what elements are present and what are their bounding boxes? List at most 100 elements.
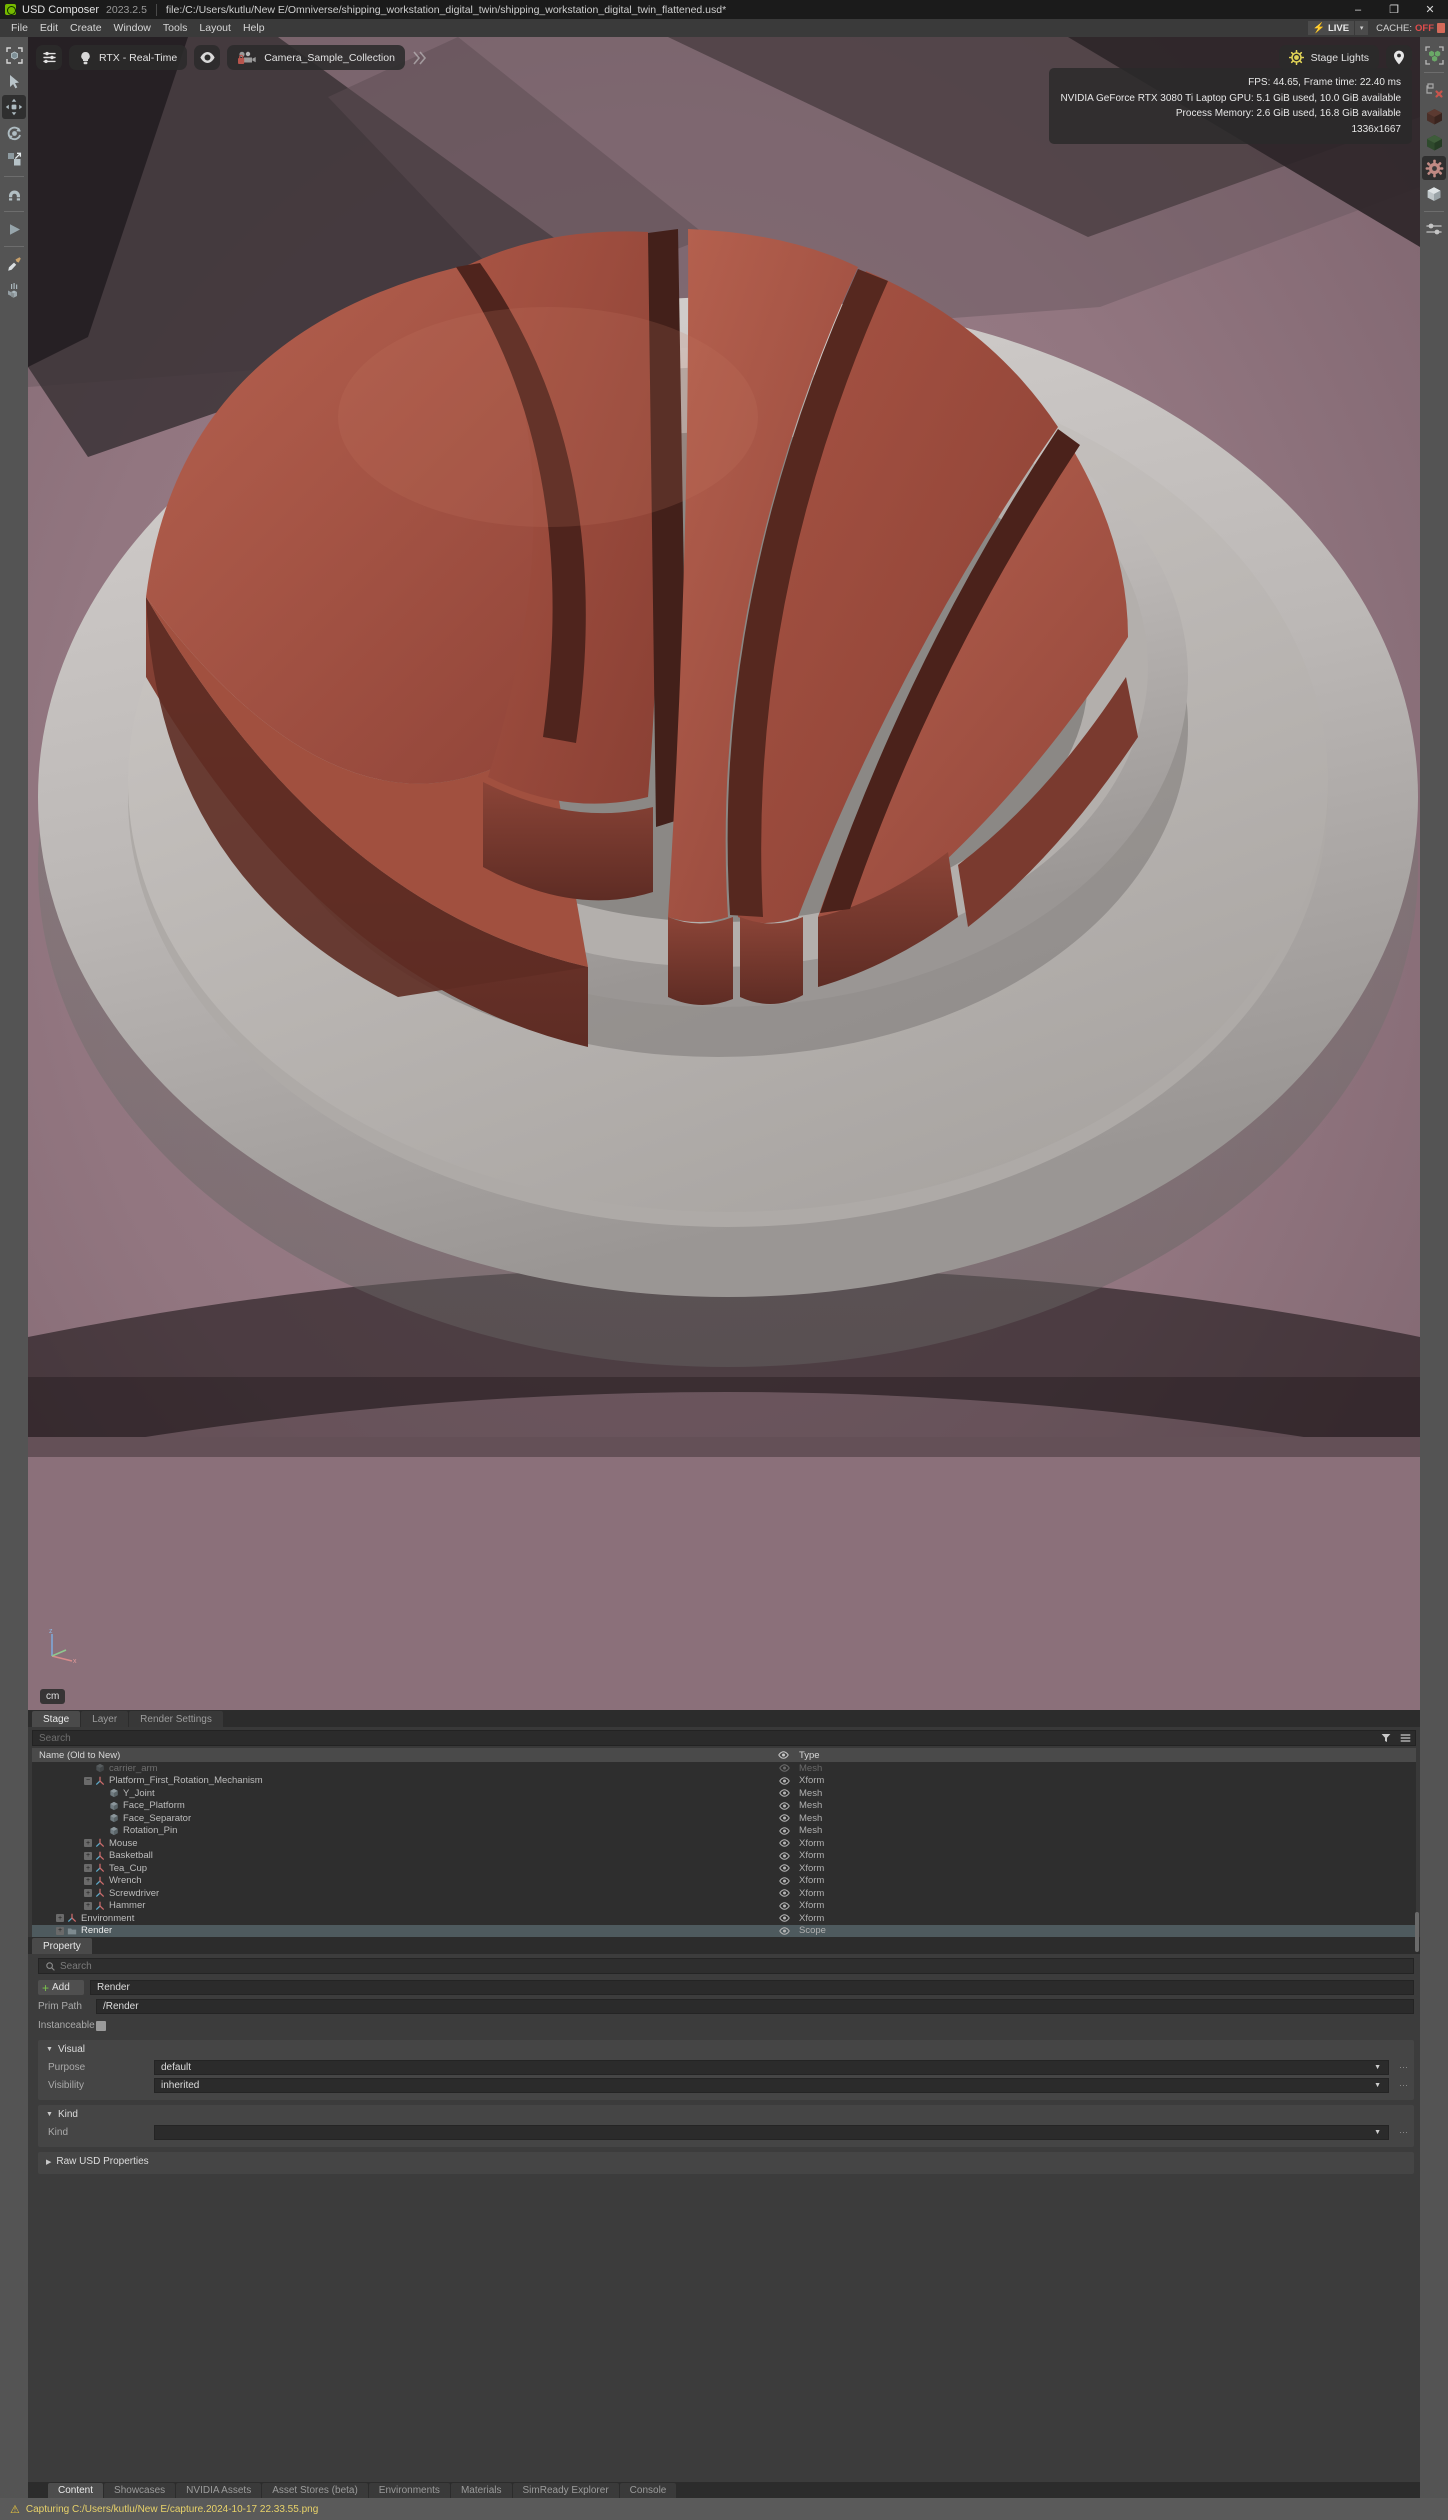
stage-tree-row[interactable]: + Hammer Xform	[32, 1900, 1416, 1913]
select-bounds-tool-button[interactable]	[2, 43, 26, 67]
bottom-tab-asset-stores-beta[interactable]: Asset Stores (beta)	[262, 2483, 368, 2498]
row-visibility-toggle[interactable]	[778, 1901, 790, 1910]
row-visibility-toggle[interactable]	[778, 1776, 790, 1785]
stage-tree[interactable]: carrier_arm Mesh − Platform_First_Rotation_…	[32, 1762, 1419, 1952]
row-visibility-toggle[interactable]	[778, 1876, 790, 1885]
physics-settings-button[interactable]	[1422, 156, 1446, 180]
physics-drop-tool-button[interactable]	[2, 278, 26, 302]
prim-path-input[interactable]: /Render	[96, 1999, 1414, 2014]
stage-tree-row[interactable]: + Screwdriver Xform	[32, 1887, 1416, 1900]
stage-search-input[interactable]: Search	[32, 1730, 1416, 1746]
row-visibility-toggle[interactable]	[778, 1826, 790, 1835]
row-visibility-toggle[interactable]	[778, 1864, 790, 1873]
expand-toggle-icon[interactable]: +	[56, 1914, 64, 1923]
snap-tool-button[interactable]	[2, 182, 26, 206]
eye-visibility-icon[interactable]	[778, 1764, 790, 1773]
tab-render-settings[interactable]: Render Settings	[129, 1711, 223, 1727]
purpose-more-options[interactable]: ⋯	[1399, 2062, 1408, 2073]
expand-toggle-icon[interactable]: +	[84, 1901, 92, 1910]
menu-file[interactable]: File	[5, 19, 34, 37]
stage-tree-row[interactable]: − Platform_First_Rotation_Mechanism Xform	[32, 1775, 1416, 1788]
material-brown-button[interactable]	[1422, 104, 1446, 128]
add-property-button[interactable]: + Add	[38, 1980, 84, 1995]
cache-document-icon[interactable]	[1437, 23, 1445, 33]
viewport-unit-label[interactable]: cm	[40, 1689, 66, 1704]
menu-tools[interactable]: Tools	[157, 19, 194, 37]
eye-visibility-icon[interactable]	[778, 1814, 790, 1823]
stage-tree-row[interactable]: + Environment Xform	[32, 1912, 1416, 1925]
prim-name-input[interactable]: Render	[90, 1980, 1414, 1995]
collapse-toggle-icon[interactable]: −	[84, 1776, 92, 1785]
menu-edit[interactable]: Edit	[34, 19, 64, 37]
maximize-button[interactable]: ❐	[1376, 0, 1412, 19]
stage-tree-row[interactable]: Face_Separator Mesh	[32, 1812, 1416, 1825]
rigid-body-button[interactable]	[1422, 182, 1446, 206]
stage-tree-row[interactable]: Face_Platform Mesh	[32, 1800, 1416, 1813]
eye-visibility-icon[interactable]	[778, 1789, 790, 1798]
stage-tree-row[interactable]: + Basketball Xform	[32, 1850, 1416, 1863]
column-header-name[interactable]: Name (Old to New)	[32, 1750, 120, 1761]
paint-tool-button[interactable]	[2, 252, 26, 276]
stage-scrollbar[interactable]	[1415, 1912, 1419, 1952]
kind-dropdown[interactable]: ▼	[154, 2125, 1389, 2140]
stage-tree-row[interactable]: + Wrench Xform	[32, 1875, 1416, 1888]
eye-visibility-icon[interactable]	[778, 1776, 790, 1785]
bottom-tab-nvidia-assets[interactable]: NVIDIA Assets	[176, 2483, 262, 2498]
tab-layer[interactable]: Layer	[81, 1711, 129, 1727]
menu-create[interactable]: Create	[64, 19, 108, 37]
row-visibility-toggle[interactable]	[778, 1851, 790, 1860]
move-tool-button[interactable]	[2, 95, 26, 119]
bottom-tab-environments[interactable]: Environments	[368, 2483, 450, 2498]
bottom-tab-showcases[interactable]: Showcases	[104, 2483, 176, 2498]
live-toggle-button[interactable]: ⚡ LIVE	[1307, 21, 1355, 35]
tab-property[interactable]: Property	[32, 1938, 92, 1954]
menu-window[interactable]: Window	[108, 19, 157, 37]
stage-tree-row[interactable]: + Mouse Xform	[32, 1837, 1416, 1850]
bottom-tab-simready-explorer[interactable]: SimReady Explorer	[512, 2483, 619, 2498]
bottom-tab-console[interactable]: Console	[619, 2483, 677, 2498]
row-visibility-toggle[interactable]	[778, 1764, 790, 1773]
section-kind-header[interactable]: ▼ Kind	[38, 2109, 1414, 2123]
stage-tree-row[interactable]: + Tea_Cup Xform	[32, 1862, 1416, 1875]
eye-visibility-icon[interactable]	[778, 1926, 790, 1935]
close-button[interactable]: ✕	[1412, 0, 1448, 19]
row-visibility-toggle[interactable]	[778, 1839, 790, 1848]
row-visibility-toggle[interactable]	[778, 1801, 790, 1810]
visibility-dropdown[interactable]: inherited ▼	[154, 2078, 1389, 2093]
section-raw-usd-header[interactable]: ▶ Raw USD Properties	[38, 2156, 1414, 2170]
section-raw-usd[interactable]: ▶ Raw USD Properties	[38, 2152, 1414, 2174]
rotate-tool-button[interactable]	[2, 121, 26, 145]
render-mode-button[interactable]: RTX - Real-Time	[69, 45, 188, 70]
scale-tool-button[interactable]	[2, 147, 26, 171]
expand-toggle-icon[interactable]: +	[56, 1926, 64, 1935]
menu-layout[interactable]: Layout	[193, 19, 237, 37]
eye-visibility-icon[interactable]	[778, 1851, 790, 1860]
menu-help[interactable]: Help	[237, 19, 271, 37]
eye-visibility-icon[interactable]	[778, 1876, 790, 1885]
expand-toggle-icon[interactable]: +	[84, 1851, 92, 1860]
viewport-expand-chevrons[interactable]	[412, 49, 427, 67]
viewport-marker-button[interactable]	[1386, 45, 1412, 70]
live-dropdown-button[interactable]: ▾	[1355, 21, 1369, 35]
eye-visibility-icon[interactable]	[778, 1889, 790, 1898]
eye-visibility-icon[interactable]	[778, 1914, 790, 1923]
viewport-settings-button[interactable]	[36, 45, 62, 70]
section-visual-header[interactable]: ▼ Visual	[38, 2044, 1414, 2058]
hamburger-options-icon[interactable]	[1400, 1733, 1411, 1743]
expand-toggle-icon[interactable]: +	[84, 1876, 92, 1885]
row-visibility-toggle[interactable]	[778, 1926, 790, 1935]
column-header-type[interactable]: Type	[799, 1750, 820, 1761]
joint-settings-button[interactable]	[1422, 217, 1446, 241]
play-tool-button[interactable]	[2, 217, 26, 241]
camera-selector-button[interactable]: Camera_Sample_Collection	[227, 45, 405, 70]
eye-visibility-icon[interactable]	[778, 1801, 790, 1810]
visibility-more-options[interactable]: ⋯	[1399, 2080, 1408, 2091]
row-visibility-toggle[interactable]	[778, 1889, 790, 1898]
bottom-tab-content[interactable]: Content	[48, 2483, 104, 2498]
eye-visibility-icon[interactable]	[778, 1901, 790, 1910]
expand-toggle-icon[interactable]: +	[84, 1889, 92, 1898]
row-visibility-toggle[interactable]	[778, 1789, 790, 1798]
instanceable-checkbox[interactable]	[96, 2020, 106, 2031]
stage-tree-row[interactable]: + Render Scope	[32, 1924, 1416, 1937]
stage-tree-row[interactable]: carrier_arm Mesh	[32, 1762, 1416, 1775]
